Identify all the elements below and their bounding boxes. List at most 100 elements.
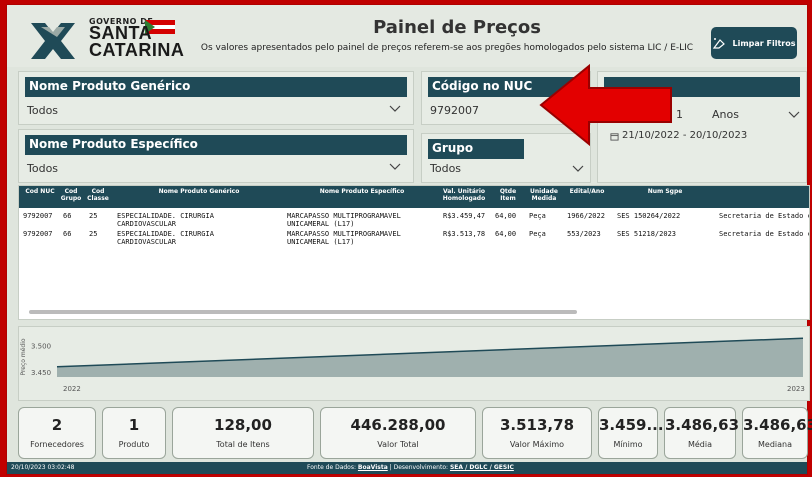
card-value: 3.459... [599,416,664,434]
cell: Peça [529,230,546,238]
cell: SES 150264/2022 [617,212,681,220]
chevron-down-icon[interactable] [389,102,401,114]
dev-link[interactable]: SEA / DGLC / GESIC [450,464,514,471]
card-value: 128,00 [214,416,272,434]
slicer-produto-especifico: Nome Produto Específico Todos [18,129,414,183]
col-header[interactable]: Cod NUC [23,188,57,195]
header: GOVERNO DE SANTA CATARINA Painel de Preç… [7,5,807,67]
x-tick-label: 2023 [787,385,805,393]
card-label: Mediana [758,440,792,449]
cell: 66 [63,230,72,238]
table-scrollbar[interactable] [29,310,577,314]
slicer-grupo-value[interactable]: Todos [428,158,558,178]
col-header[interactable]: Qtde Item [493,188,523,202]
cell: 9792007 [23,230,53,238]
cell: 64,00 [495,230,517,238]
cell: Peça [529,212,546,220]
card-label: Total de Itens [216,440,270,449]
card-value: 3.513,78 [499,416,575,434]
cell: 25 [89,212,98,220]
cell: 553/2023 [567,230,601,238]
source-link[interactable]: BoaVista [358,464,388,471]
clear-filters-label: Limpar Filtros [732,38,796,48]
y-tick-label: 3.500 [31,343,51,351]
price-area-chart: 3.450 3.500 Preço médio 2022 2023 [20,337,805,393]
cell: Secretaria de Estado c [719,212,810,220]
source-prefix: Fonte de Dados: [307,464,356,471]
slicer-produto-generico: Nome Produto Genérico Todos [18,71,414,125]
cell: ESPECIALIDADE. CIRURGIA CARDIOVASCULAR [117,212,214,228]
cell: R$3.513,78 [443,230,486,238]
slicer-produto-especifico-value[interactable]: Todos [25,158,385,178]
cell: 64,00 [495,212,517,220]
cell: R$3.459,47 [443,212,486,220]
chevron-down-icon[interactable] [572,162,584,174]
red-arrow-annotation [539,63,672,147]
table-header: Cod NUC Cod Grupo Cod Classe Nome Produt… [19,186,809,208]
cell: 25 [89,230,98,238]
page-subtitle: Os valores apresentados pelo painel de p… [200,43,694,53]
card-value: 2 [51,416,63,434]
slicer-produto-generico-value[interactable]: Todos [25,100,385,120]
card-value: 1 [128,416,140,434]
chevron-down-icon[interactable] [788,108,800,120]
results-table: Cod NUC Cod Grupo Cod Classe Nome Produt… [18,185,810,320]
gov-name-line2: CATARINA [89,40,185,60]
price-chart: 3.450 3.500 Preço médio 2022 2023 [18,326,810,401]
periodo-number[interactable]: 1 [676,108,683,121]
col-header[interactable]: Unidade Medida [527,188,561,202]
gov-name: SANTA CATARINA [89,24,185,60]
col-header[interactable]: Cod Classe [85,188,111,202]
cell: ESPECIALIDADE. CIRURGIA CARDIOVASCULAR [117,230,214,246]
y-axis-label: Preço médio [20,338,27,375]
col-header[interactable]: Cod Grupo [59,188,83,202]
cell: 9792007 [23,212,53,220]
card-label: Mínimo [613,440,643,449]
periodo-unit[interactable]: Anos [712,108,739,121]
slicer-produto-especifico-label: Nome Produto Específico [25,135,407,155]
col-header[interactable]: Nome Produto Específico [287,188,437,195]
card-label: Produto [118,440,150,449]
card-value: 3.486,63 [743,416,812,434]
col-header[interactable]: Val. Unitário Homologado [439,188,489,202]
card-media: 3.486,63 Média [664,407,740,459]
clear-filters-button[interactable]: Limpar Filtros [711,27,797,59]
cell: SES 51218/2023 [617,230,677,238]
update-timestamp: 20/10/2023 03:02:48 [11,464,75,471]
state-logo-icon [31,23,75,59]
chevron-down-icon[interactable] [389,160,401,172]
card-label: Média [687,440,713,449]
table-row[interactable]: 9792007 66 25 ESPECIALIDADE. CIRURGIA CA… [19,230,810,250]
card-value: 446.288,00 [350,416,446,434]
area-fill [57,338,803,377]
cell: 1966/2022 [567,212,605,220]
card-label: Valor Total [377,440,419,449]
table-row[interactable]: 9792007 66 25 ESPECIALIDADE. CIRURGIA CA… [19,212,810,232]
card-mediana: 3.486,63 Mediana [742,407,812,459]
card-value: 3.486,63 [665,416,740,434]
card-label: Valor Máximo [509,440,565,449]
card-total-itens: 128,00 Total de Itens [172,407,314,459]
col-header[interactable]: Nome Produto Genérico [119,188,279,195]
col-header[interactable]: Edital/Ano [565,188,609,195]
page-title: Painel de Preços [373,17,541,38]
card-minimo: 3.459... Mínimo [598,407,664,459]
dev-prefix: | Desenvolvimento: [389,464,449,471]
card-valor-maximo: 3.513,78 Valor Máximo [482,407,592,459]
card-label: Fornecedores [30,440,84,449]
card-produto: 1 Produto [102,407,166,459]
cell: 66 [63,212,72,220]
dashboard-frame: GOVERNO DE SANTA CATARINA Painel de Preç… [6,4,812,475]
eraser-icon [713,38,726,49]
col-header[interactable]: Num Sgpe [615,188,715,195]
footer-credits: Fonte de Dados: BoaVista | Desenvolvimen… [307,464,514,471]
slicer-grupo-label: Grupo [428,139,524,159]
cell: Secretaria de Estado c [719,230,810,238]
cell: MARCAPASSO MULTIPROGRAMAVEL UNICAMERAL (… [287,212,401,228]
cell: MARCAPASSO MULTIPROGRAMAVEL UNICAMERAL (… [287,230,401,246]
x-tick-label: 2022 [63,385,81,393]
slicer-produto-generico-label: Nome Produto Genérico [25,77,407,97]
card-valor-total: 446.288,00 Valor Total [320,407,476,459]
footer-bar: 20/10/2023 03:02:48 Fonte de Dados: BoaV… [7,462,807,474]
y-tick-label: 3.450 [31,369,51,377]
